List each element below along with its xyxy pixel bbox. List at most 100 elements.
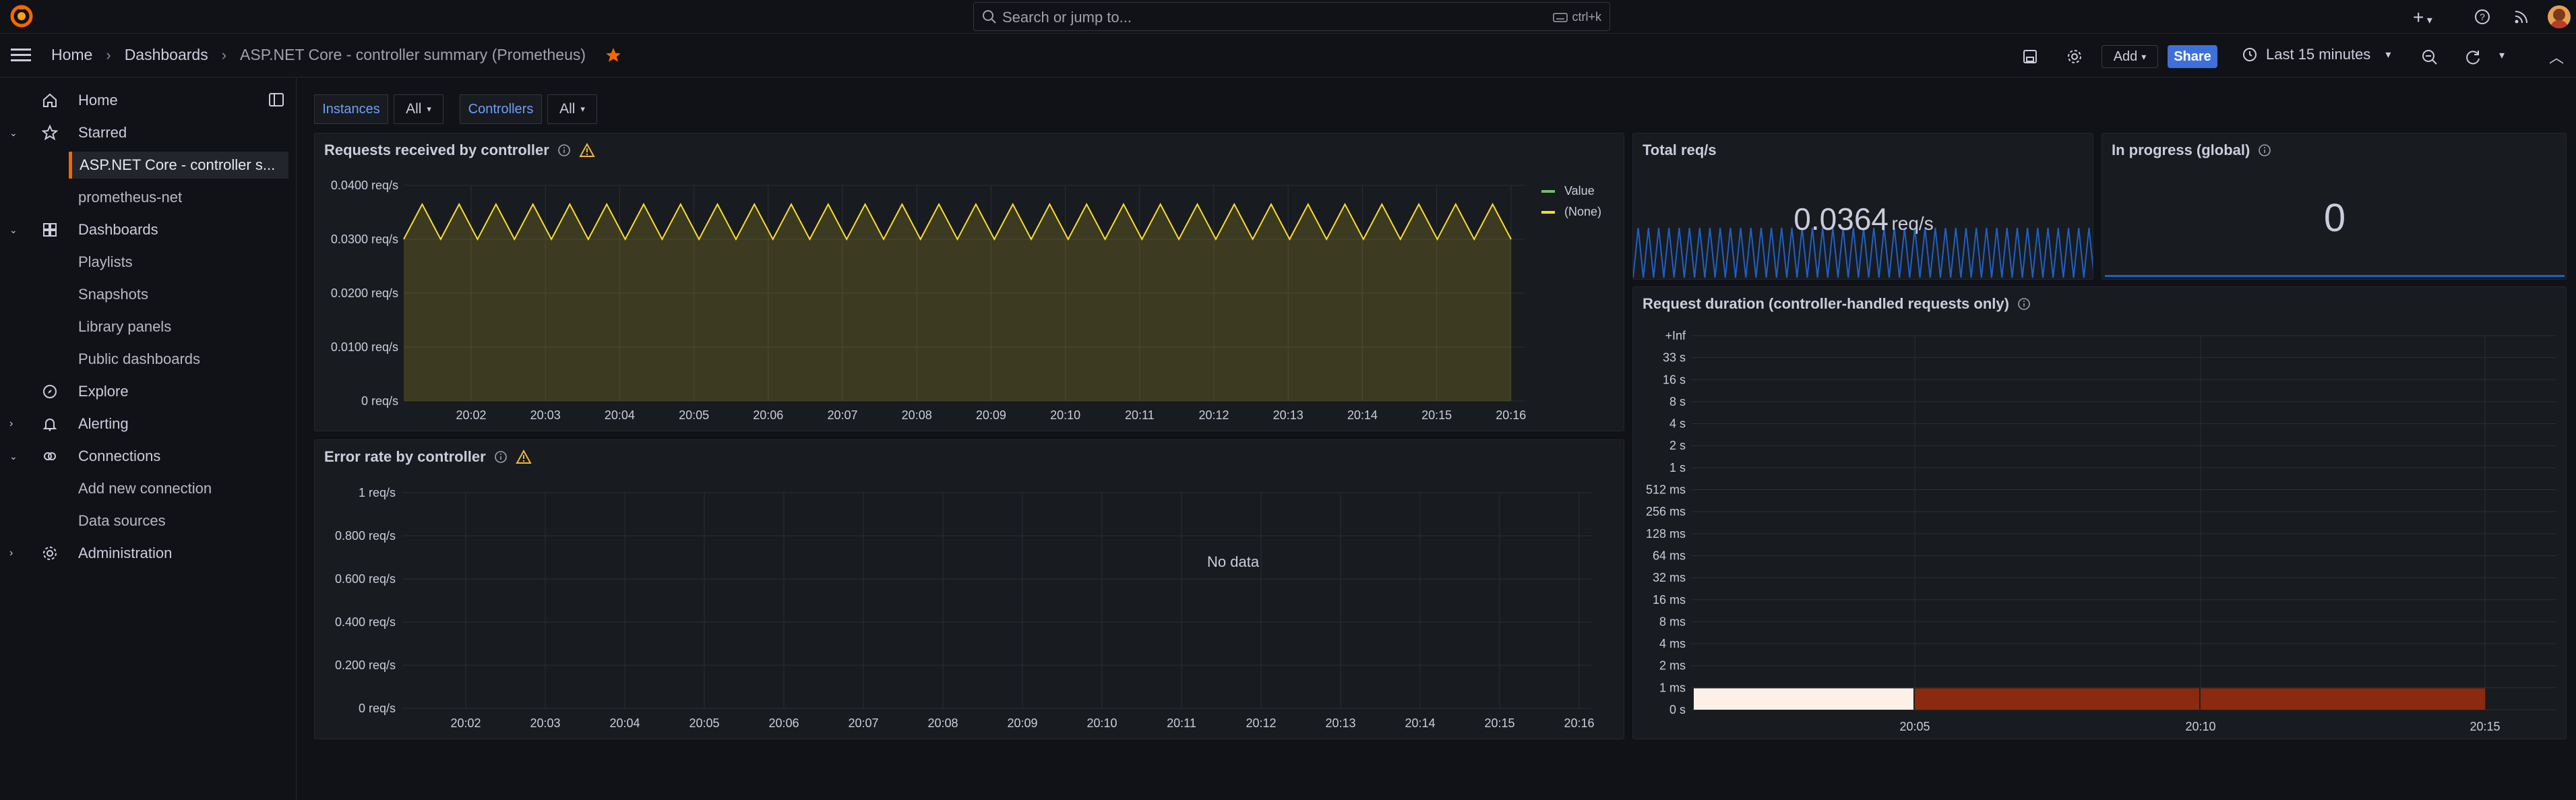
sidebar-item-starred-aspnet[interactable]: ASP.NET Core - controller s... [69, 152, 288, 179]
info-icon[interactable] [2258, 144, 2271, 157]
sidebar-item-home[interactable]: Home [0, 87, 290, 114]
save-icon[interactable] [2022, 49, 2038, 65]
y-tick-label: 0.0300 req/s [331, 233, 398, 246]
breadcrumb-dashboards[interactable]: Dashboards [125, 46, 208, 64]
error-chart: 0 req/s 0.200 req/s 0.400 req/s 0.600 req/s… [335, 486, 1595, 730]
sidebar-item-alerting[interactable]: › Alerting [0, 410, 290, 437]
share-button[interactable]: Share [2168, 45, 2217, 68]
sidebar-item-label: Explore [78, 383, 129, 400]
y-tick-label: 16 s [1663, 373, 1686, 386]
x-tick-label: 20:15 [1421, 408, 1452, 422]
chevron-right-icon[interactable]: › [9, 547, 23, 559]
sidebar-item-label: Starred [78, 124, 127, 141]
y-tick-label: 2 ms [1659, 659, 1686, 673]
settings-gear-icon[interactable] [2066, 49, 2083, 65]
x-tick-label: 20:06 [753, 408, 783, 422]
chevron-down-icon[interactable]: ⌄ [9, 127, 23, 139]
chevron-right-icon: › [221, 46, 227, 63]
legend-item-none[interactable]: (None) [1541, 205, 1601, 219]
x-tick-label: 20:07 [827, 408, 857, 422]
variable-instances-select[interactable]: All ▾ [394, 94, 443, 124]
grafana-logo[interactable] [9, 4, 34, 28]
x-tick-label: 20:10 [1086, 716, 1117, 730]
sidebar-item-connections[interactable]: ⌄ Connections [0, 443, 290, 470]
y-tick-label: 0.800 req/s [335, 529, 396, 543]
panel-total-req[interactable]: Total req/s 0.0364 req/s [1632, 133, 2093, 280]
new-plus-icon[interactable]: + ▾ [2413, 7, 2432, 28]
sidebar-item-data-sources[interactable]: Data sources [78, 507, 166, 534]
x-tick-label: 20:06 [768, 716, 799, 730]
y-tick-label: 16 ms [1653, 593, 1686, 607]
panel-request-duration[interactable]: Request duration (controller-handled req… [1632, 286, 2567, 739]
stat-value: 0 [2323, 196, 2346, 240]
add-button[interactable]: Add ▾ [2102, 45, 2158, 68]
chevron-right-icon[interactable]: › [9, 418, 23, 430]
user-avatar[interactable] [2548, 5, 2571, 28]
refresh-icon[interactable] [2464, 49, 2482, 66]
x-tick-label: 20:12 [1198, 408, 1229, 422]
sidebar-item-add-new-connection[interactable]: Add new connection [78, 475, 212, 502]
y-tick-label: 1 ms [1659, 681, 1686, 694]
star-icon[interactable] [605, 47, 622, 64]
x-tick-label: 20:10 [1050, 408, 1080, 422]
sidebar-item-label: ASP.NET Core - controller s... [80, 156, 276, 173]
breadcrumb-home[interactable]: Home [51, 46, 92, 64]
chart-legend: Value (None) [1541, 184, 1601, 219]
panel-requests-by-controller[interactable]: Requests received by controller 0 req/s 0… [314, 133, 1624, 431]
chevron-down-icon[interactable]: ⌄ [9, 451, 23, 462]
search-icon [983, 10, 996, 24]
y-tick-label: 4 ms [1659, 637, 1686, 650]
sidebar-item-starred-prometheus-net[interactable]: prometheus-net [78, 184, 182, 211]
y-tick-label: 512 ms [1646, 483, 1686, 497]
sidebar-item-label: Snapshots [78, 286, 148, 303]
sidebar-item-label: Library panels [78, 318, 172, 335]
y-tick-label: 32 ms [1653, 571, 1686, 584]
time-range-label: Last 15 minutes [2266, 46, 2371, 63]
refresh-interval-chevron-icon[interactable]: ▾ [2499, 49, 2505, 62]
x-tick-label: 20:12 [1246, 716, 1276, 730]
legend-label: Value [1564, 184, 1595, 197]
zoom-out-icon[interactable] [2421, 49, 2439, 66]
sidebar-item-label: Playlists [78, 253, 133, 270]
sidebar-item-administration[interactable]: › Administration [0, 540, 290, 567]
x-tick-label: 20:07 [848, 716, 878, 730]
collapse-toolbar-chevron-icon[interactable]: ︿ [2549, 46, 2564, 67]
x-tick-label: 20:16 [1496, 408, 1526, 422]
clock-icon [2243, 48, 2257, 61]
gear-icon [43, 547, 57, 560]
news-rss-icon[interactable] [2513, 8, 2530, 26]
sidebar-item-playlists[interactable]: Playlists [78, 249, 133, 276]
sidebar-item-snapshots[interactable]: Snapshots [78, 281, 148, 308]
menu-toggle-icon[interactable] [11, 47, 31, 63]
time-range-picker[interactable]: Last 15 minutes ▾ [2242, 46, 2391, 63]
help-icon[interactable]: ? [2474, 8, 2491, 26]
dashboards-grid-icon [43, 223, 57, 237]
variable-instances-label: Instances [314, 94, 388, 124]
variable-controllers-select[interactable]: All ▾ [547, 94, 597, 124]
y-tick-label: 0.0200 req/s [331, 286, 398, 300]
x-tick-label: 20:08 [902, 408, 932, 422]
heatmap-cell [1915, 688, 2199, 710]
sidebar-item-dashboards[interactable]: ⌄ Dashboards [0, 216, 290, 243]
y-tick-label: 0.0400 req/s [331, 179, 398, 192]
y-tick-label: 1 s [1669, 461, 1686, 474]
x-tick-label: 20:08 [927, 716, 958, 730]
chevron-down-icon[interactable]: ⌄ [9, 224, 23, 236]
panel-in-progress[interactable]: In progress (global) 0 [2102, 133, 2567, 280]
y-tick-label: 0.600 req/s [335, 572, 396, 586]
panel-error-rate[interactable]: Error rate by controller 0 req/s 0.200 re… [314, 439, 1624, 739]
sidebar-item-starred[interactable]: ⌄ Starred [0, 119, 290, 146]
sidebar-item-explore[interactable]: Explore [0, 378, 290, 405]
x-tick-label: 20:09 [1007, 716, 1037, 730]
breadcrumb-bar: Home › Dashboards › ASP.NET Core - contr… [0, 34, 2576, 78]
sidebar: Home ⌄ Starred ASP.NET Core - controller… [0, 78, 297, 800]
star-outline-icon [42, 125, 58, 141]
sidebar-item-library-panels[interactable]: Library panels [78, 313, 171, 340]
legend-label: (None) [1564, 205, 1602, 218]
sidebar-item-label: Add new connection [78, 480, 212, 497]
sidebar-item-public-dashboards[interactable]: Public dashboards [78, 346, 200, 373]
legend-item-value[interactable]: Value [1541, 184, 1601, 198]
y-tick-label: 0.400 req/s [335, 615, 396, 629]
x-tick-label: 20:15 [1484, 716, 1514, 730]
search-input[interactable]: Search or jump to... ctrl+k [973, 2, 1610, 31]
